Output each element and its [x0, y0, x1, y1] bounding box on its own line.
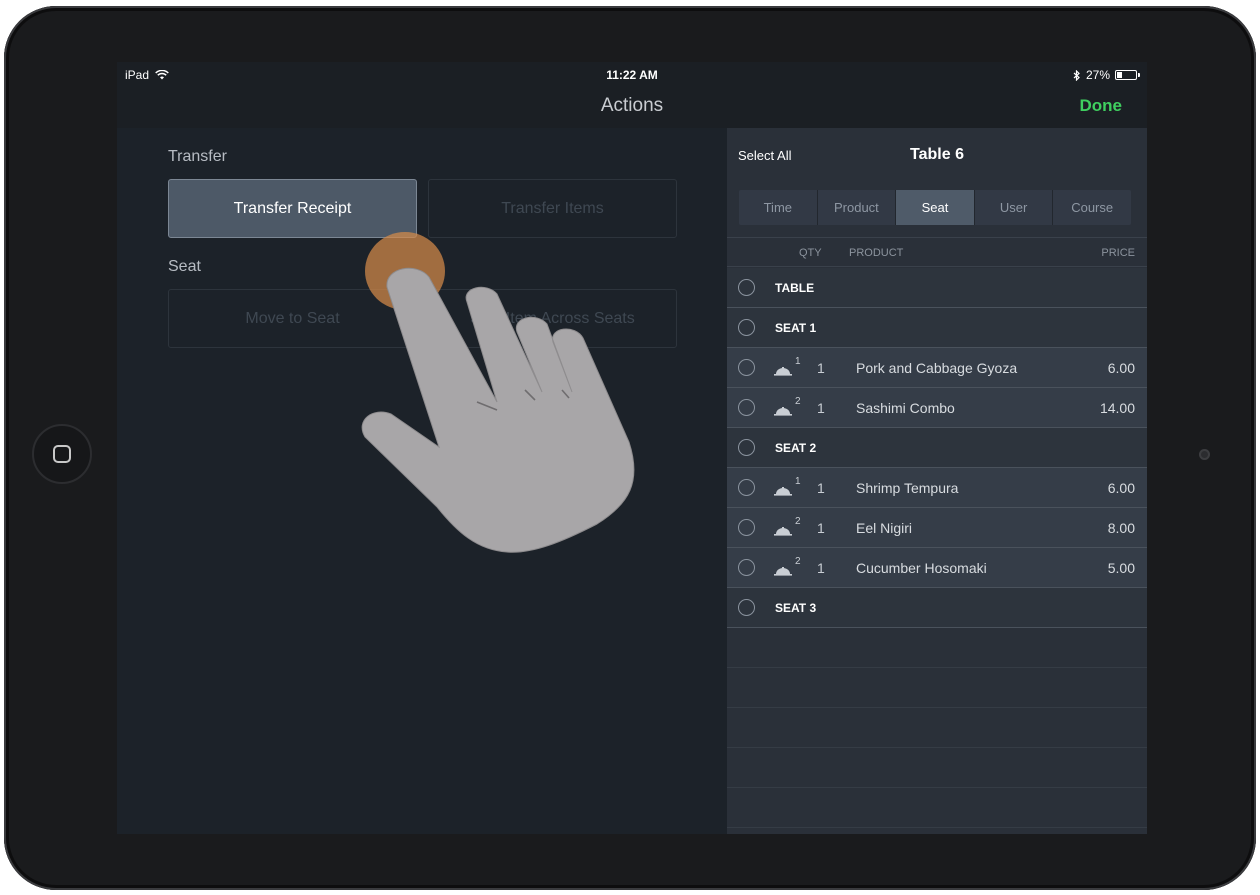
seat-group-row[interactable]: TABLE [727, 268, 1147, 308]
course-number: 1 [795, 476, 801, 487]
column-header: QTY PRODUCT PRICE [727, 237, 1147, 267]
course-cloche-icon [774, 483, 792, 501]
group-label: TABLE [775, 281, 815, 295]
status-time: 11:22 AM [606, 68, 658, 82]
course-number: 1 [795, 356, 801, 367]
item-price: 6.00 [1107, 360, 1135, 376]
select-radio[interactable] [738, 519, 755, 536]
select-radio[interactable] [738, 359, 755, 376]
select-radio[interactable] [738, 559, 755, 576]
seat-section-label: Seat [168, 258, 201, 275]
item-price: 5.00 [1107, 560, 1135, 576]
empty-row [727, 788, 1147, 828]
select-radio[interactable] [738, 279, 755, 296]
pointing-hand-icon [361, 267, 635, 553]
select-radio[interactable] [738, 479, 755, 496]
select-radio[interactable] [738, 599, 755, 616]
home-button[interactable] [32, 424, 92, 484]
item-row[interactable]: 1 1 Pork and Cabbage Gyoza 6.00 [727, 348, 1147, 388]
done-button[interactable]: Done [1080, 96, 1123, 116]
course-cloche-icon [774, 523, 792, 541]
empty-row [727, 748, 1147, 788]
item-qty: 1 [817, 520, 825, 536]
home-square-icon [53, 445, 71, 463]
receipt-list: TABLE SEAT 1 1 1 Pork and Cabbage Gyoza 6.00 2… [727, 268, 1147, 828]
empty-row [727, 668, 1147, 708]
nav-bar: Actions Done [117, 86, 1147, 128]
item-product: Pork and Cabbage Gyoza [856, 360, 1018, 376]
course-number: 2 [795, 516, 801, 527]
item-row[interactable]: 1 1 Shrimp Tempura 6.00 [727, 468, 1147, 508]
item-product: Shrimp Tempura [856, 480, 959, 496]
segment-seat[interactable]: Seat [896, 190, 975, 225]
course-number: 2 [795, 396, 801, 407]
course-number: 2 [795, 556, 801, 567]
select-radio[interactable] [738, 399, 755, 416]
item-product: Sashimi Combo [856, 400, 955, 416]
seat-group-row[interactable]: SEAT 2 [727, 428, 1147, 468]
sort-segmented-control: Time Product Seat User Course [739, 190, 1131, 225]
camera-icon [1199, 449, 1210, 460]
item-qty: 1 [817, 480, 825, 496]
item-price: 14.00 [1099, 400, 1135, 416]
segment-course[interactable]: Course [1053, 190, 1131, 225]
course-cloche-icon [774, 563, 792, 581]
group-label: SEAT 1 [775, 321, 817, 335]
receipt-pane: Select All Table 6 Time Product Seat User Co… [727, 128, 1147, 834]
transfer-receipt-button[interactable]: Transfer Receipt [168, 179, 417, 238]
bluetooth-icon [1073, 69, 1080, 81]
empty-row [727, 628, 1147, 668]
item-qty: 1 [817, 560, 825, 576]
item-product: Cucumber Hosomaki [856, 560, 987, 576]
item-row[interactable]: 2 1 Cucumber Hosomaki 5.00 [727, 548, 1147, 588]
item-row[interactable]: 2 1 Eel Nigiri 8.00 [727, 508, 1147, 548]
table-title: Table 6 [910, 146, 964, 163]
item-product: Eel Nigiri [856, 520, 913, 536]
item-qty: 1 [817, 400, 825, 416]
group-label: SEAT 3 [775, 601, 817, 615]
item-row[interactable]: 2 1 Sashimi Combo 14.00 [727, 388, 1147, 428]
group-label: SEAT 2 [775, 441, 817, 455]
item-price: 6.00 [1107, 480, 1135, 496]
battery-icon [1115, 70, 1140, 80]
course-cloche-icon [774, 403, 792, 421]
item-qty: 1 [817, 360, 825, 376]
seat-group-row[interactable]: SEAT 1 [727, 308, 1147, 348]
segment-user[interactable]: User [975, 190, 1054, 225]
price-column-header: PRICE [1101, 247, 1135, 259]
course-cloche-icon [774, 363, 792, 381]
ipad-screen: iPad 11:22 AM 27% Actions Done Transfer … [117, 62, 1147, 834]
segment-product[interactable]: Product [818, 190, 897, 225]
page-title: Actions [600, 95, 664, 116]
segment-time[interactable]: Time [739, 190, 818, 225]
select-radio[interactable] [738, 439, 755, 456]
transfer-items-button[interactable]: Transfer Items [428, 179, 677, 238]
product-column-header: PRODUCT [849, 247, 904, 259]
battery-percent: 27% [1085, 68, 1110, 82]
select-radio[interactable] [738, 319, 755, 336]
status-bar: iPad 11:22 AM 27% [117, 62, 1147, 86]
seat-group-row[interactable]: SEAT 3 [727, 588, 1147, 628]
receipt-header: Select All Table 6 [727, 128, 1147, 182]
transfer-section-label: Transfer [168, 148, 227, 165]
qty-column-header: QTY [799, 247, 822, 259]
empty-row [727, 708, 1147, 748]
item-price: 8.00 [1107, 520, 1135, 536]
